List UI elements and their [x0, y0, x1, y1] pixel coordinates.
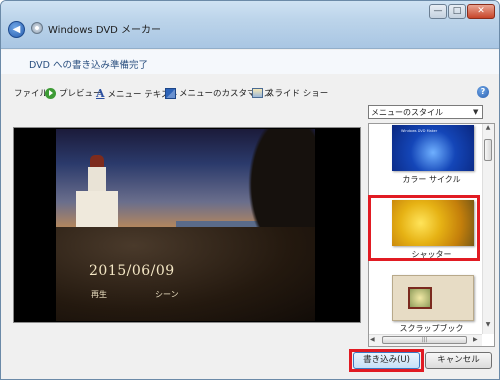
style-thumb-scrapbook[interactable] [392, 275, 474, 321]
customize-menu-icon [165, 87, 176, 99]
preview-scene-item[interactable]: シーン [155, 289, 179, 300]
dvd-disc-icon [31, 22, 43, 34]
menu-style-dropdown-value: メニューのスタイル [371, 108, 443, 117]
scroll-down-arrow-icon[interactable]: ▼ [482, 321, 494, 332]
slideshow-icon [252, 88, 263, 98]
write-button-highlight [349, 349, 424, 372]
dropdown-arrow-icon[interactable]: ▼ [473, 108, 478, 116]
lighthouse-lamp [90, 155, 104, 167]
scroll-left-arrow-icon[interactable]: ◀ [370, 336, 375, 343]
style-thumb-color-cycle-text: Windows DVD Maker [401, 129, 438, 133]
close-button[interactable]: ✕ [467, 4, 495, 19]
selected-style-highlight [368, 195, 480, 261]
file-menu[interactable]: ファイル [14, 87, 48, 99]
style-label-scrapbook[interactable]: スクラップブック [368, 323, 495, 334]
file-menu-label: ファイル [14, 89, 49, 99]
cancel-button[interactable]: キャンセル [425, 352, 492, 369]
slideshow-button[interactable]: スライド ショー [252, 87, 328, 99]
play-icon [45, 87, 56, 99]
help-icon[interactable]: ? [477, 86, 489, 98]
vertical-scroll-thumb[interactable] [484, 139, 492, 161]
style-label-color-cycle[interactable]: カラー サイクル [368, 174, 495, 185]
dvd-maker-window: ◀ Windows DVD メーカー — □ ✕ DVD への書き込み準備完了 … [0, 0, 500, 380]
maximize-button[interactable]: □ [448, 4, 466, 19]
scrapbook-photo [408, 287, 432, 309]
text-a-icon: A [96, 87, 105, 100]
preview-button[interactable]: プレビュー [45, 87, 102, 99]
window-title: Windows DVD メーカー [48, 25, 162, 36]
minimize-button[interactable]: — [429, 4, 447, 19]
scroll-up-arrow-icon[interactable]: ▲ [482, 124, 494, 135]
back-arrow-icon[interactable]: ◀ [8, 21, 25, 38]
slideshow-label: スライド ショー [266, 89, 329, 99]
page-title: DVD への書き込み準備完了 [29, 60, 148, 71]
scroll-right-arrow-icon[interactable]: ▶ [473, 336, 478, 343]
lighthouse-house [76, 191, 118, 227]
preview-lighthouse [76, 155, 118, 227]
preview-play-item[interactable]: 再生 [91, 289, 107, 300]
horizontal-scroll-thumb[interactable]: ||| [382, 336, 467, 344]
preview-menu-title: 2015/06/09 [89, 263, 175, 279]
